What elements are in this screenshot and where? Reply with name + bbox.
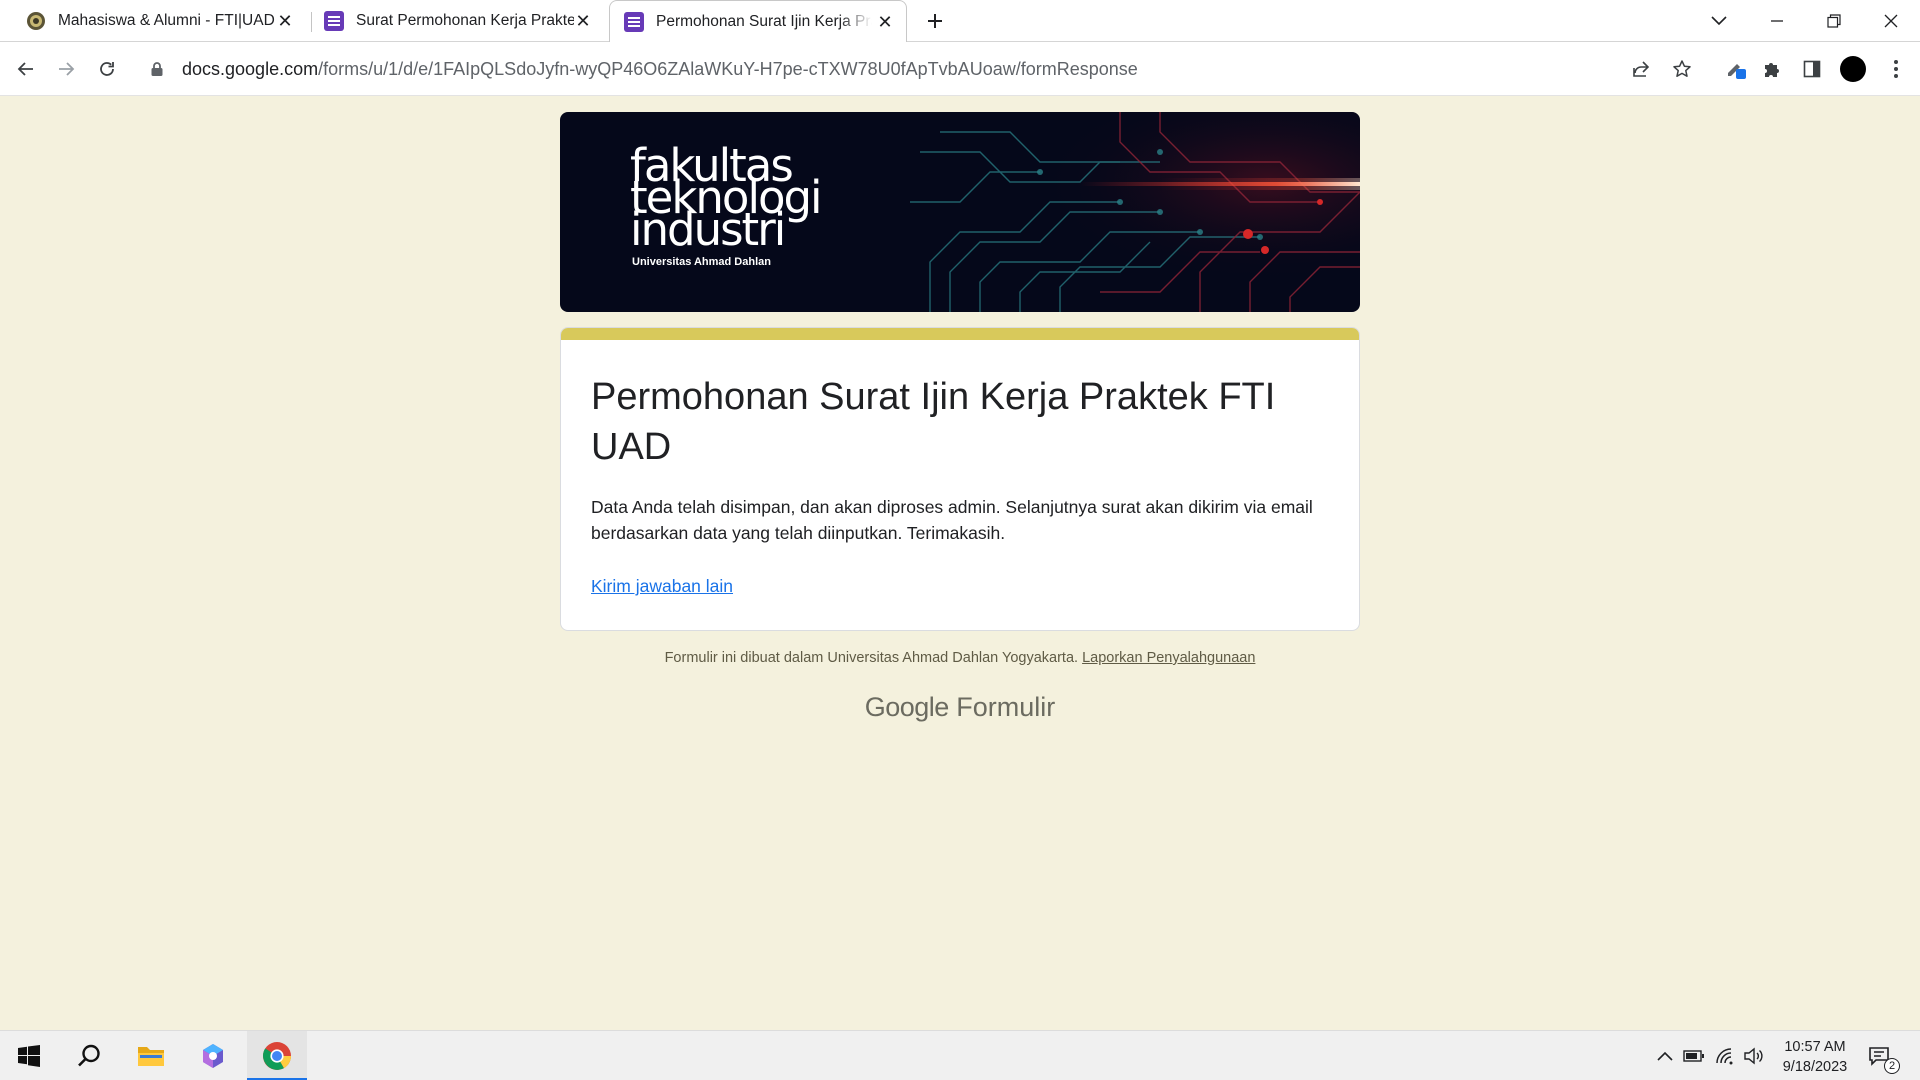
network-status[interactable] xyxy=(1712,1044,1738,1068)
google-forms-brand[interactable]: Google Formulir xyxy=(560,692,1360,723)
arrow-right-icon xyxy=(59,62,75,76)
url-host: docs.google.com xyxy=(182,58,319,79)
arrow-left-icon xyxy=(17,62,33,76)
tab-title: Surat Permohonan Kerja Praktek xyxy=(356,12,574,29)
plus-icon xyxy=(928,14,942,28)
battery-icon xyxy=(1683,1050,1704,1062)
restore-icon xyxy=(1827,14,1841,28)
battery-status[interactable] xyxy=(1681,1044,1707,1068)
hexagon-app-icon xyxy=(203,1044,223,1068)
speaker-icon xyxy=(1744,1047,1763,1065)
submit-another-response-link[interactable]: Kirim jawaban lain xyxy=(591,576,733,597)
tab-strip: Mahasiswa & Alumni - FTI|UAD ✕ Surat Per… xyxy=(0,0,1920,43)
google-forms-icon xyxy=(324,11,344,31)
reload-icon xyxy=(100,62,114,76)
volume-control[interactable] xyxy=(1741,1044,1767,1068)
folder-icon xyxy=(138,1047,164,1066)
address-bar[interactable]: docs.google.com/forms/u/1/d/e/1FAIpQLSdo… xyxy=(140,52,1590,86)
extension-pen-button[interactable] xyxy=(1720,53,1752,85)
close-tab-icon[interactable]: ✕ xyxy=(572,10,594,32)
file-explorer-button[interactable] xyxy=(122,1031,180,1080)
new-tab-button[interactable] xyxy=(918,7,952,35)
form-accent-bar xyxy=(561,328,1359,340)
logo-subtitle: Universitas Ahmad Dahlan xyxy=(632,256,771,268)
side-panel-icon xyxy=(1803,60,1821,78)
star-icon xyxy=(1673,60,1691,77)
tab-search-button[interactable] xyxy=(1690,0,1748,42)
show-hidden-icons-button[interactable] xyxy=(1652,1044,1678,1068)
forward-button[interactable] xyxy=(50,53,82,85)
chevron-down-icon xyxy=(1711,16,1727,26)
notification-count-badge: 2 xyxy=(1884,1058,1900,1074)
lock-icon xyxy=(151,62,163,76)
chevron-up-icon xyxy=(1657,1051,1673,1061)
side-panel-button[interactable] xyxy=(1796,53,1828,85)
start-button[interactable] xyxy=(0,1031,58,1080)
share-button[interactable] xyxy=(1625,53,1657,85)
clock-date: 9/18/2023 xyxy=(1782,1059,1848,1075)
more-vertical-icon xyxy=(1894,60,1898,78)
report-abuse-link[interactable]: Laporkan Penyalahgunaan xyxy=(1082,650,1255,666)
close-tab-icon[interactable]: ✕ xyxy=(274,10,296,32)
form-header-banner: fakultas teknologi industri Universitas … xyxy=(560,112,1360,312)
tab-mahasiswa-alumni[interactable]: Mahasiswa & Alumni - FTI|UAD ✕ xyxy=(26,0,306,42)
extensions-button[interactable] xyxy=(1756,53,1788,85)
confirmation-message: Data Anda telah disimpan, dan akan dipro… xyxy=(591,497,1313,543)
browser-toolbar: docs.google.com/forms/u/1/d/e/1FAIpQLSdo… xyxy=(0,42,1920,96)
restore-button[interactable] xyxy=(1805,0,1863,42)
bookmark-button[interactable] xyxy=(1666,53,1698,85)
form-confirmation-card: Permohonan Surat Ijin Kerja Praktek FTI … xyxy=(560,327,1360,631)
url-path: /forms/u/1/d/e/1FAIpQLSdoJyfn-wyQP46O6ZA… xyxy=(318,58,1138,79)
back-button[interactable] xyxy=(10,53,42,85)
chrome-taskbar-button[interactable] xyxy=(247,1031,307,1080)
brand-google: Google xyxy=(864,692,950,722)
tab-title: Permohonan Surat Ijin Kerja Praktek FTI … xyxy=(656,13,872,30)
chrome-icon xyxy=(262,1042,291,1070)
windows-logo-icon xyxy=(18,1045,40,1067)
tab-permohonan-surat-ijin[interactable]: Permohonan Surat Ijin Kerja Praktek FTI … xyxy=(609,0,907,43)
pen-extension-icon xyxy=(1728,64,1746,79)
share-icon xyxy=(1633,61,1650,77)
close-icon xyxy=(1884,14,1898,28)
windows-taskbar: 10:57 AM 9/18/2023 2 xyxy=(0,1030,1920,1080)
uad-seal-icon xyxy=(27,12,45,30)
tab-title: Mahasiswa & Alumni - FTI|UAD xyxy=(58,12,275,29)
form-title: Permohonan Surat Ijin Kerja Praktek FTI … xyxy=(591,376,1276,468)
close-window-button[interactable] xyxy=(1862,0,1920,42)
minimize-button[interactable] xyxy=(1748,0,1806,42)
search-button[interactable] xyxy=(60,1031,118,1080)
brand-product: Formulir xyxy=(956,692,1056,722)
faculty-logo: fakultas teknologi industri xyxy=(630,143,823,252)
minimize-icon xyxy=(1771,20,1783,22)
form-footer-note: Formulir ini dibuat dalam Universitas Ah… xyxy=(560,650,1360,666)
tab-separator xyxy=(311,12,312,32)
clock-time: 10:57 AM xyxy=(1784,1039,1846,1055)
reload-button[interactable] xyxy=(91,53,123,85)
search-icon xyxy=(78,1044,100,1067)
avatar xyxy=(1840,56,1866,82)
tab-surat-permohonan[interactable]: Surat Permohonan Kerja Praktek ✕ xyxy=(324,0,604,42)
puzzle-icon xyxy=(1765,63,1779,77)
taskbar-clock[interactable]: 10:57 AM 9/18/2023 xyxy=(1765,1037,1865,1077)
footer-note-text: Formulir ini dibuat dalam Universitas Ah… xyxy=(664,650,1079,666)
close-tab-icon[interactable]: ✕ xyxy=(874,11,896,33)
copilot-app-button[interactable] xyxy=(184,1031,242,1080)
profile-button[interactable] xyxy=(1837,53,1869,85)
google-forms-icon xyxy=(624,12,644,32)
browser-menu-button[interactable] xyxy=(1880,53,1912,85)
wifi-icon xyxy=(1716,1048,1733,1065)
url-text: docs.google.com/forms/u/1/d/e/1FAIpQLSdo… xyxy=(182,59,1138,80)
